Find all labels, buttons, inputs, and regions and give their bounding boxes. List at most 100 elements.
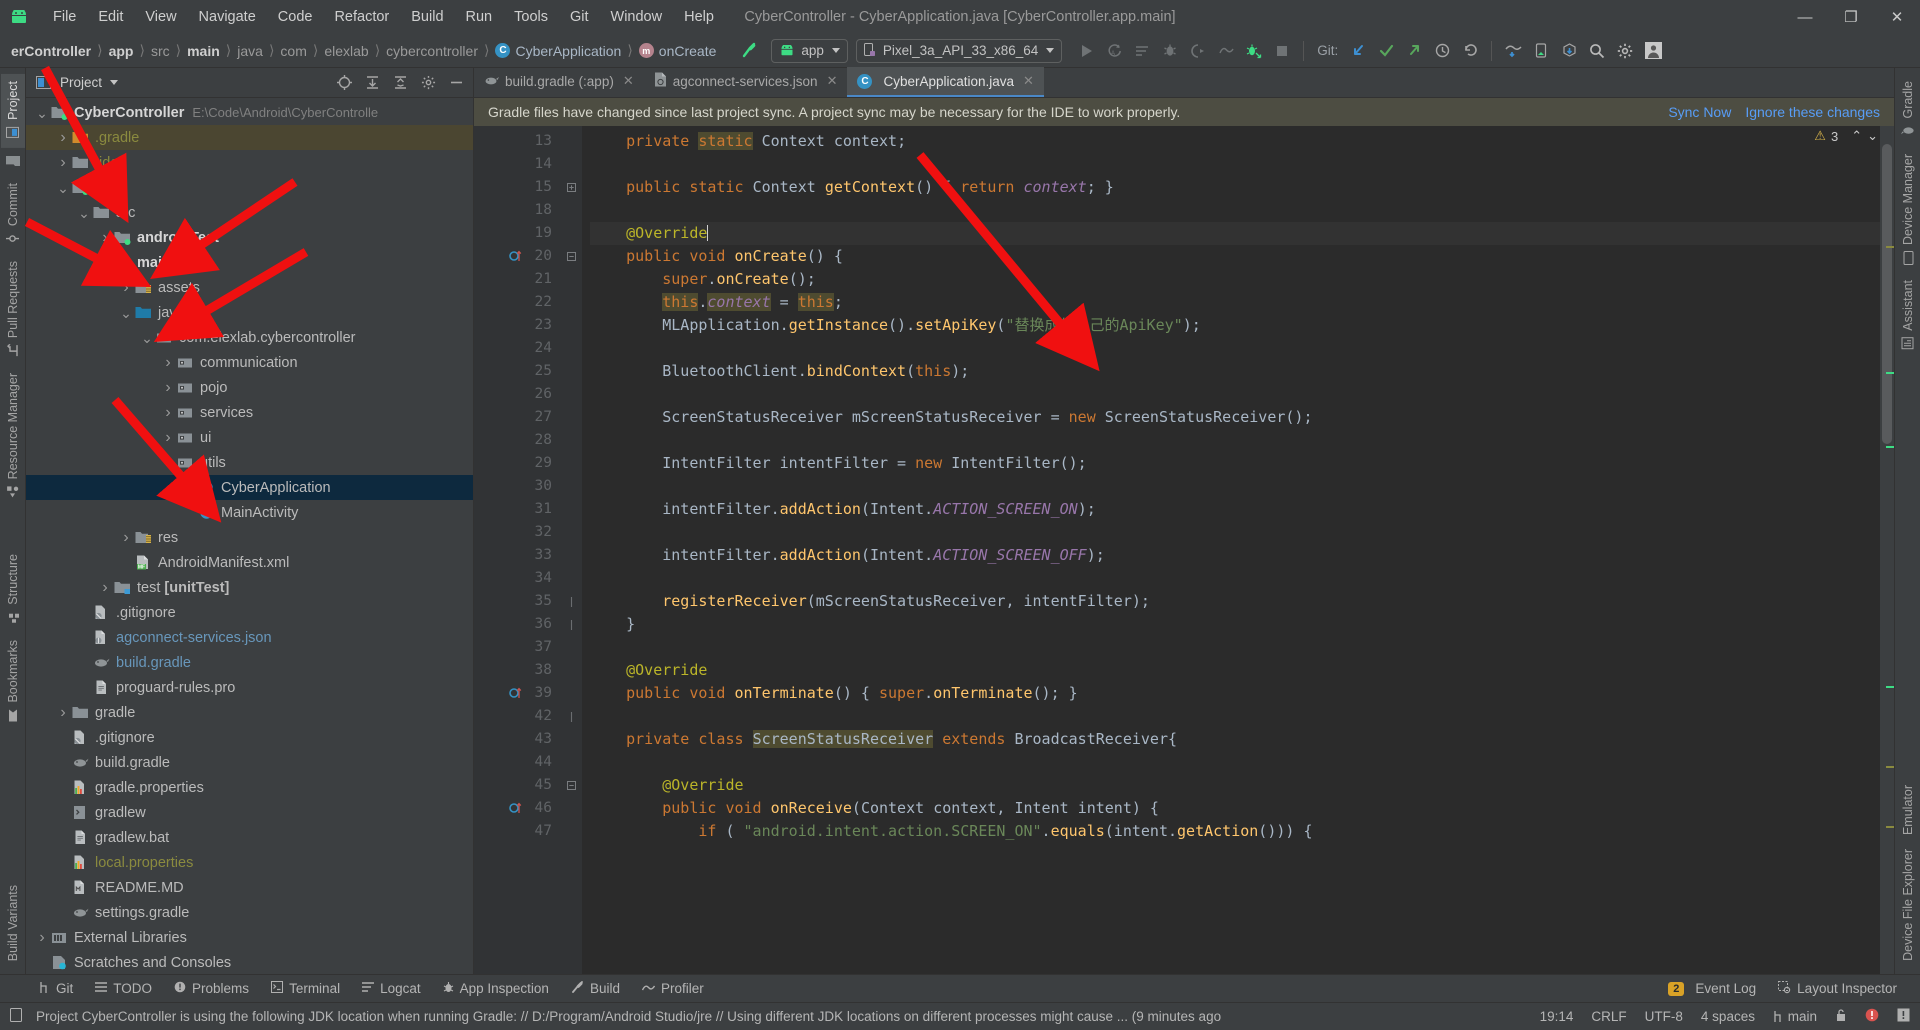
code-line[interactable]: if ( "android.intent.action.SCREEN_ON".e… (590, 820, 1880, 843)
code-line[interactable]: registerReceiver(mScreenStatusReceiver, … (590, 590, 1880, 613)
tree-item-communication[interactable]: › communication (26, 350, 473, 375)
status-message[interactable]: Project CyberController is using the fol… (32, 1009, 1230, 1024)
fold-marker[interactable] (560, 705, 582, 728)
bottom-tab-app-inspection[interactable]: App Inspection (432, 978, 560, 1000)
editor-scrollbar[interactable] (1880, 126, 1894, 974)
code-line[interactable] (590, 337, 1880, 360)
chevron-right-icon[interactable]: › (160, 454, 176, 471)
sdk-manager-icon[interactable] (1555, 38, 1583, 64)
git-push-icon[interactable] (1400, 38, 1428, 64)
line-number[interactable]: 19 (474, 222, 560, 245)
breadcrumb-project[interactable]: erController (6, 41, 96, 61)
fold-marker[interactable] (560, 613, 582, 636)
code-line[interactable]: MLApplication.getInstance().setApiKey("替… (590, 314, 1880, 337)
breadcrumb-com[interactable]: com (275, 41, 311, 61)
code-line[interactable]: super.onCreate(); (590, 268, 1880, 291)
maximize-button[interactable]: ❐ (1828, 0, 1874, 34)
fold-marker[interactable] (560, 590, 582, 613)
code-line[interactable]: @Override (590, 222, 1880, 245)
chevron-down-icon[interactable]: ⌄ (97, 255, 113, 271)
line-number[interactable]: 14 (474, 153, 560, 176)
menu-tools[interactable]: Tools (503, 6, 559, 28)
line-number[interactable]: 37 (474, 636, 560, 659)
prev-problem-icon[interactable]: ⌃ (1851, 128, 1862, 144)
tree-item-androidtest[interactable]: › androidTest (26, 225, 473, 250)
sidebar-tab-structure[interactable]: Structure (1, 547, 25, 633)
chevron-down-icon[interactable]: ⌄ (34, 105, 50, 121)
tree-item-app[interactable]: ⌄ app (26, 175, 473, 200)
line-number[interactable]: 31 (474, 498, 560, 521)
line-separator-widget[interactable]: CRLF (1582, 1009, 1635, 1024)
line-number[interactable]: 23 (474, 314, 560, 337)
git-rollback-icon[interactable] (1456, 38, 1484, 64)
avatar-icon[interactable] (1639, 38, 1667, 64)
editor-tab-agconnect-json[interactable]: agconnect-services.json ✕ (644, 67, 848, 97)
gear-icon[interactable] (1611, 38, 1639, 64)
encoding-widget[interactable]: UTF-8 (1636, 1009, 1692, 1024)
bottom-tab-problems[interactable]: Problems (163, 978, 260, 999)
code-line[interactable]: BluetoothClient.bindContext(this); (590, 360, 1880, 383)
fold-marker[interactable] (560, 176, 582, 199)
menu-file[interactable]: File (42, 6, 87, 28)
debug-icon[interactable] (1156, 38, 1184, 64)
tree-item-main[interactable]: ⌄ main (26, 250, 473, 275)
menu-refactor[interactable]: Refactor (323, 6, 400, 28)
menu-help[interactable]: Help (673, 6, 725, 28)
tree-item-res[interactable]: › res (26, 525, 473, 550)
editor-tab-cyberapplication-java[interactable]: C CyberApplication.java ✕ (847, 67, 1044, 97)
lock-icon[interactable] (1826, 1008, 1856, 1025)
menu-git[interactable]: Git (559, 6, 600, 28)
warning-marker[interactable] (1886, 826, 1894, 828)
tree-item-gradle[interactable]: › gradle (26, 700, 473, 725)
menu-build[interactable]: Build (400, 6, 454, 28)
sidebar-tab-bookmarks[interactable]: Bookmarks (1, 633, 25, 731)
line-number[interactable]: 45 (474, 774, 560, 797)
attach-debugger-icon[interactable] (1240, 38, 1268, 64)
chevron-right-icon[interactable]: › (118, 279, 134, 296)
line-number[interactable]: 26 (474, 383, 560, 406)
tree-item-cybercontroller[interactable]: ⌄ CyberController E:\Code\Android\CyberCon… (26, 100, 473, 125)
tree-item-gradle-properties[interactable]: gradle.properties (26, 775, 473, 800)
code-line[interactable]: private static Context context; (590, 130, 1880, 153)
scrollbar-thumb[interactable] (1882, 144, 1892, 444)
apply-changes-icon[interactable]: A (1100, 38, 1128, 64)
chevron-right-icon[interactable]: › (160, 379, 176, 396)
bottom-tab-todo[interactable]: TODO (84, 978, 163, 999)
chevron-down-icon[interactable]: ⌄ (118, 305, 134, 321)
line-number[interactable]: 36 (474, 613, 560, 636)
tree-item-test-unittest[interactable]: › test [unitTest] (26, 575, 473, 600)
tree-item-utils[interactable]: › utils (26, 450, 473, 475)
line-number[interactable]: 29 (474, 452, 560, 475)
line-number[interactable]: 39 (474, 682, 560, 705)
git-update-icon[interactable] (1344, 38, 1372, 64)
source-code-text[interactable]: private static Context context; public s… (582, 126, 1880, 974)
bottom-tab-profiler[interactable]: Profiler (631, 978, 715, 999)
line-number[interactable]: 22 (474, 291, 560, 314)
sync-now-link[interactable]: Sync Now (1668, 104, 1731, 120)
tree-item-ui[interactable]: › ui (26, 425, 473, 450)
tree-item-proguard-rules-pro[interactable]: proguard-rules.pro (26, 675, 473, 700)
code-editor[interactable]: 13 14 15 18 19 20 21 22 23 24 25 26 27 28 29 30 31 32 33 34… (474, 126, 1894, 974)
menu-run[interactable]: Run (455, 6, 504, 28)
sidebar-tab-build-variants[interactable]: Build Variants (2, 878, 24, 968)
bottom-tab-build[interactable]: Build (560, 978, 631, 1000)
line-number[interactable]: 24 (474, 337, 560, 360)
sidebar-tab-commit[interactable]: Commit (1, 176, 25, 254)
chevron-right-icon[interactable]: › (97, 579, 113, 596)
chevron-down-icon[interactable]: ⌄ (76, 205, 92, 221)
expand-all-icon[interactable] (361, 72, 383, 94)
project-tree[interactable]: ⌄ CyberController E:\Code\Android\CyberCon… (26, 98, 473, 974)
chevron-right-icon[interactable]: › (160, 429, 176, 446)
sidebar-tab-device-file-explorer[interactable]: Device File Explorer (1897, 842, 1919, 968)
tree-item-gitignore[interactable]: .gitignore (26, 600, 473, 625)
breadcrumb-java[interactable]: java (232, 41, 268, 61)
tree-item-agconnect-services-json[interactable]: agconnect-services.json (26, 625, 473, 650)
line-number[interactable]: 47 (474, 820, 560, 843)
line-number[interactable]: 44 (474, 751, 560, 774)
line-number[interactable]: 13 (474, 130, 560, 153)
bottom-tab-logcat[interactable]: Logcat (351, 978, 432, 999)
code-line[interactable]: public static Context getContext() { ret… (590, 176, 1880, 199)
tree-item-local-properties[interactable]: local.properties (26, 850, 473, 875)
next-problem-icon[interactable]: ⌄ (1867, 128, 1878, 144)
indent-widget[interactable]: 4 spaces (1692, 1009, 1764, 1024)
